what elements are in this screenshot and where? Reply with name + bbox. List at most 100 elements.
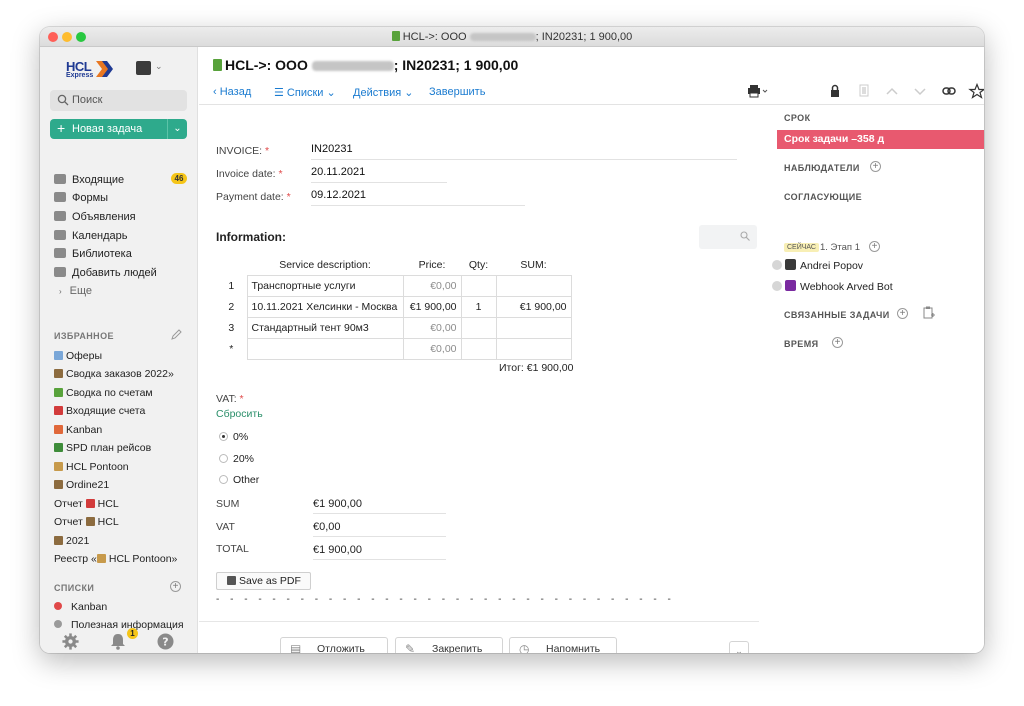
table-search-input[interactable]: [699, 225, 757, 249]
finish-label: Завершить: [429, 86, 486, 98]
radio-icon: [219, 454, 228, 463]
bell-icon[interactable]: [110, 633, 126, 650]
favorite-item[interactable]: Оферы: [54, 348, 102, 364]
pin-button[interactable]: ✎ Закрепить: [395, 637, 503, 653]
price-cell[interactable]: €0,00: [402, 274, 462, 297]
sum-cell: [495, 337, 572, 360]
favorite-item[interactable]: SPD план рейсов: [54, 440, 151, 456]
favorite-item[interactable]: Сводка по счетам: [54, 385, 153, 401]
invoice-date-field[interactable]: 20.11.2021: [311, 166, 447, 183]
notification-badge: 1: [127, 628, 138, 639]
gear-icon[interactable]: [62, 633, 79, 650]
qty-cell[interactable]: [460, 274, 497, 297]
save-as-pdf-button[interactable]: Save as PDF: [216, 572, 311, 590]
description-cell[interactable]: Транспортные услуги: [246, 274, 404, 297]
favorite-item[interactable]: Сводка заказов 2022»: [54, 366, 174, 382]
sidebar-item-add-people[interactable]: Добавить людей: [54, 265, 157, 281]
favorite-item[interactable]: Входящие счета: [54, 403, 145, 419]
sidebar-search[interactable]: Поиск: [50, 90, 187, 111]
payment-date-field[interactable]: 09.12.2021: [311, 189, 525, 206]
description-cell[interactable]: Стандартный тент 90м3: [246, 316, 404, 339]
logo[interactable]: HCL Express: [66, 59, 118, 81]
approver-item[interactable]: Andrei Popov: [772, 259, 863, 272]
star-icon[interactable]: [968, 83, 984, 99]
zoom-window-button[interactable]: [76, 32, 86, 42]
more-icon: ›: [59, 287, 62, 296]
back-button[interactable]: ‹ Назад: [213, 86, 251, 98]
chevron-down-icon[interactable]: [911, 83, 929, 99]
radio-icon: [219, 475, 228, 484]
archive-icon: ▤: [290, 642, 302, 653]
add-time-icon[interactable]: +: [832, 337, 843, 348]
add-related-task-icon[interactable]: +: [897, 308, 908, 319]
print-icon[interactable]: [745, 83, 769, 99]
vat-option-other[interactable]: Other: [219, 474, 259, 486]
favorite-label: Сводка по счетам: [66, 387, 153, 399]
favorite-item[interactable]: Ordine21: [54, 477, 109, 493]
vat-option-0[interactable]: 0%: [219, 431, 248, 443]
favorite-label: HCL: [97, 498, 119, 510]
account-switcher[interactable]: ⌄: [136, 61, 166, 77]
vat-option-20[interactable]: 20%: [219, 453, 254, 465]
plus-icon: +: [57, 120, 66, 136]
copy-icon[interactable]: [855, 83, 873, 99]
add-approver-icon[interactable]: +: [869, 241, 880, 252]
new-task-dropdown[interactable]: ⌄: [167, 119, 187, 139]
sidebar-item-forms[interactable]: Формы: [54, 190, 108, 206]
price-cell[interactable]: €0,00: [402, 316, 462, 339]
description-cell[interactable]: 10.11.2021 Хелсинки - Москва: [246, 295, 404, 318]
radio-selected-icon: [219, 432, 228, 441]
remind-button[interactable]: ◷ Напомнить: [509, 637, 617, 653]
sidebar-item-more[interactable]: › Еще: [54, 283, 92, 299]
lock-icon[interactable]: [826, 83, 844, 99]
approver-item[interactable]: Webhook Arved Bot: [772, 280, 893, 293]
favorite-item[interactable]: HCL Pontoon: [54, 459, 129, 475]
postpone-button[interactable]: ▤ Отложить: [280, 637, 388, 653]
list-item[interactable]: Kanban: [54, 599, 107, 615]
favorite-item[interactable]: Отчет HCL: [54, 496, 119, 512]
favorite-item[interactable]: Реестр « HCL Pontoon»: [54, 551, 177, 567]
finish-button[interactable]: Завершить: [429, 86, 485, 98]
price-cell[interactable]: €0,00: [402, 337, 462, 360]
sidebar-item-calendar[interactable]: Календарь: [54, 228, 128, 244]
window-title-prefix: HCL->: ООО: [402, 31, 467, 43]
label-text: VAT:: [216, 393, 237, 405]
deadline-heading: СРОК: [784, 113, 811, 123]
books-icon: [85, 517, 95, 526]
qty-cell[interactable]: [460, 337, 497, 360]
sidebar-item-announcements[interactable]: Объявления: [54, 209, 136, 225]
chevron-up-icon[interactable]: [883, 83, 901, 99]
qty-cell[interactable]: 1: [460, 295, 497, 318]
link-icon[interactable]: [940, 83, 958, 99]
collapse-button[interactable]: ⌄: [729, 641, 749, 653]
favorite-item[interactable]: Отчет HCL: [54, 514, 119, 530]
sidebar-item-library[interactable]: Библиотека: [54, 246, 132, 262]
invoice-field[interactable]: IN20231: [311, 143, 737, 160]
price-cell[interactable]: €1 900,00: [402, 295, 462, 318]
add-list-icon[interactable]: +: [170, 581, 181, 592]
add-watcher-icon[interactable]: +: [870, 161, 881, 172]
description-cell[interactable]: [246, 337, 404, 360]
reset-link[interactable]: Сбросить: [216, 408, 263, 420]
clipboard-add-icon[interactable]: [923, 306, 935, 320]
button-label: Напомнить: [546, 643, 601, 653]
actions-label: Действия: [353, 87, 402, 99]
page-title-suffix: ; IN20231; 1 900,00: [393, 57, 519, 73]
qty-cell[interactable]: [460, 316, 497, 339]
list-item[interactable]: Полезная информация: [54, 617, 184, 633]
lists-menu[interactable]: ☰ Списки ⌄: [274, 86, 336, 99]
new-task-button[interactable]: + Новая задача ⌄: [50, 119, 187, 139]
boat-icon: [54, 462, 63, 471]
edit-icon[interactable]: [171, 329, 182, 340]
table-row: 2 10.11.2021 Хелсинки - Москва €1 900,00…: [216, 295, 572, 318]
help-icon[interactable]: ?: [157, 633, 174, 650]
actions-menu[interactable]: Действия ⌄: [353, 86, 413, 99]
close-window-button[interactable]: [48, 32, 58, 42]
favorite-item[interactable]: Kanban: [54, 422, 102, 438]
row-number: 3: [228, 321, 235, 334]
deadline-badge[interactable]: Срок задачи –358 д: [777, 130, 984, 149]
sidebar-item-inbox[interactable]: Входящие: [54, 172, 124, 188]
minimize-window-button[interactable]: [62, 32, 72, 42]
favorite-item[interactable]: 2021: [54, 533, 89, 549]
favorite-label: Отчет: [54, 516, 86, 528]
